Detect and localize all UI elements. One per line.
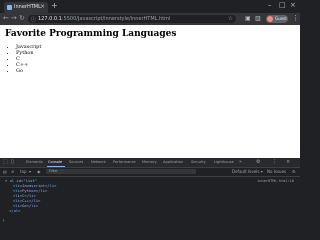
log-levels-dropdown[interactable]: Default levels ▾: [232, 169, 263, 174]
console-prompt-icon[interactable]: ›: [2, 218, 5, 224]
active-tab-indicator: [47, 166, 65, 167]
tab-sources[interactable]: Sources: [69, 160, 83, 164]
side-panel-icon[interactable]: ▥: [255, 15, 261, 22]
tab-title: InnerHTML: [14, 4, 41, 10]
filter-placeholder: Filter: [49, 169, 58, 173]
devtools-close-icon[interactable]: ×: [286, 159, 290, 165]
console-output: ▾ ul id="list" innerHTML.html:16 <li>Jav…: [0, 177, 300, 226]
more-tabs-icon[interactable]: »: [239, 159, 242, 165]
inspect-icon[interactable]: ⬚: [3, 159, 8, 165]
avatar: [267, 16, 273, 22]
devtools-panel: ⬚ ▯ Elements Console Sources Network Per…: [0, 158, 300, 226]
settings-icon[interactable]: ⚙: [256, 159, 260, 165]
new-tab-icon[interactable]: +: [51, 1, 58, 10]
favicon-icon: [7, 5, 12, 10]
console-filter-bar: ▤ ⊘ top ▾ ◉ Filter Default levels ▾ No I…: [0, 168, 300, 177]
console-settings-icon[interactable]: ⚙: [292, 169, 296, 174]
page-heading: Favorite Programming Languages: [5, 29, 177, 39]
tab-security[interactable]: Security: [191, 160, 206, 164]
context-dropdown-icon[interactable]: ▾: [29, 169, 31, 174]
clear-console-icon[interactable]: ⊘: [11, 169, 14, 174]
devtools-menu-icon[interactable]: ⋮: [272, 159, 277, 165]
language-list: Javascript Python C C++ Go: [7, 44, 41, 74]
list-item: Go: [16, 68, 41, 74]
back-icon[interactable]: ←: [3, 14, 9, 22]
console-line[interactable]: </ul>: [9, 208, 20, 213]
maximize-icon[interactable]: □: [279, 1, 286, 9]
tab-console[interactable]: Console: [48, 160, 62, 164]
sidebar-toggle-icon[interactable]: ▤: [3, 169, 7, 174]
tab-performance[interactable]: Performance: [113, 160, 136, 164]
profile-label: Guest: [275, 16, 287, 21]
tab-lighthouse[interactable]: Lighthouse: [214, 160, 234, 164]
issues-counter[interactable]: No Issues: [267, 169, 286, 174]
console-source-link[interactable]: innerHTML.html:16: [257, 179, 294, 184]
info-icon[interactable]: ⓘ: [31, 16, 36, 23]
eye-icon[interactable]: ◉: [37, 169, 41, 174]
device-toolbar-icon[interactable]: ▯: [11, 159, 14, 165]
context-select[interactable]: top: [20, 169, 27, 174]
page-viewport: Favorite Programming Languages Javascrip…: [0, 25, 300, 158]
bookmark-star-icon[interactable]: ☆: [228, 15, 233, 22]
close-icon[interactable]: ×: [40, 3, 45, 10]
tab-memory[interactable]: Memory: [142, 160, 157, 164]
minimize-icon[interactable]: –: [268, 1, 272, 9]
browser-toolbar: ← → ↻ ⓘ 127.0.0.1:5500/Javascript/inners…: [0, 13, 300, 25]
address-bar[interactable]: ⓘ 127.0.0.1:5500/Javascript/innerstyle/i…: [28, 15, 236, 23]
tab-network[interactable]: Network: [91, 160, 106, 164]
reload-icon[interactable]: ↻: [19, 14, 25, 22]
extensions-icon[interactable]: ▣: [245, 15, 251, 22]
browser-menu-icon[interactable]: ⋮: [292, 14, 299, 22]
devtools-tab-bar: ⬚ ▯ Elements Console Sources Network Per…: [0, 158, 300, 168]
tab-application[interactable]: Application: [163, 160, 183, 164]
profile-button[interactable]: Guest: [266, 15, 288, 23]
console-filter-input[interactable]: Filter: [46, 169, 196, 174]
forward-icon[interactable]: →: [11, 14, 17, 22]
tab-elements[interactable]: Elements: [26, 160, 43, 164]
tab-strip: InnerHTML × + – □ ×: [0, 0, 300, 13]
url-text: 127.0.0.1:5500/Javascript/innerstyle/inn…: [38, 16, 171, 22]
window-close-icon[interactable]: ×: [290, 1, 296, 9]
browser-tab[interactable]: InnerHTML ×: [4, 2, 48, 13]
